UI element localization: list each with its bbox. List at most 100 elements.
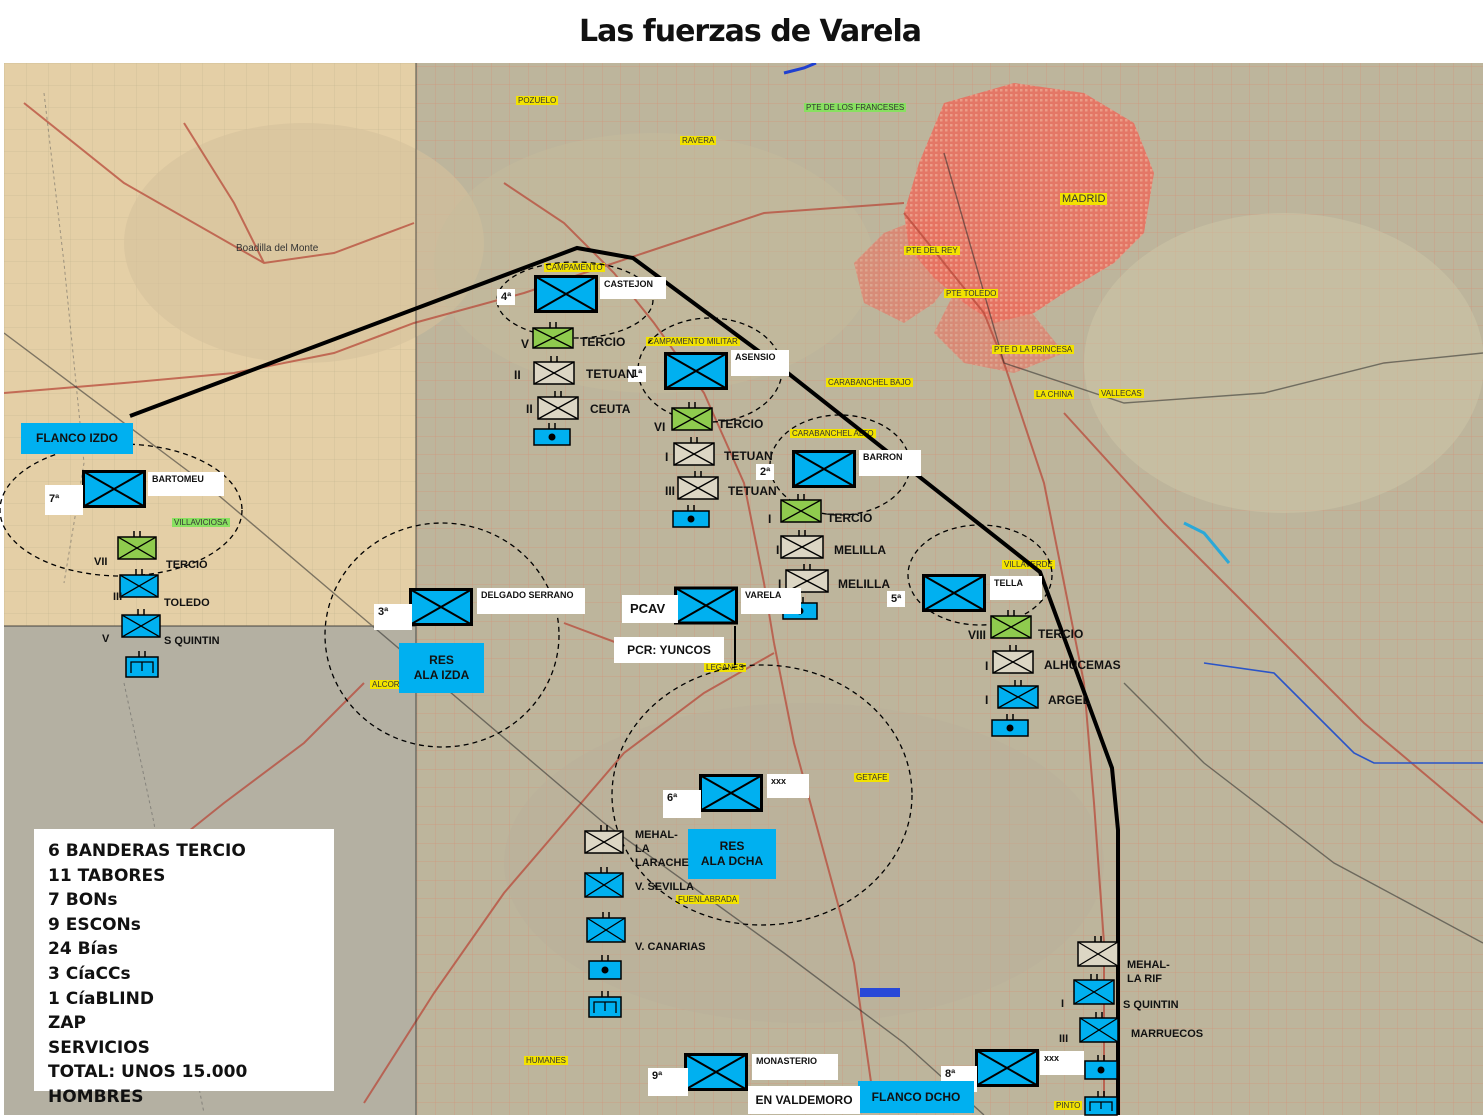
artillery-battery [588,955,622,980]
legend-line: 1 CíaBLIND [48,988,154,1009]
col2-number: 2ª [756,464,775,480]
battalion-tabor [537,391,579,420]
unit-roman: III [113,591,123,603]
en-valdemoro-label: EN VALDEMORO [748,1086,860,1114]
col3-number: 3ª [374,604,412,630]
col7-symbol [82,469,146,509]
unit-name: ARGEL [1048,693,1090,707]
col5-symbol [922,573,986,613]
battalion-infantry [997,680,1039,709]
unit-name: TERCIO [827,511,873,525]
battalion-tercio [532,322,574,349]
unit-roman: III [665,484,676,498]
battalion-infantry [121,609,161,638]
col4-symbol [534,274,598,314]
col6-commander: XXX [767,774,809,798]
battalion-tercio [671,402,713,431]
artillery-battery [125,651,159,678]
col3-commander: DELGADO SERRANO [477,588,585,614]
unit-name: MEHAL-LA LARACHE [635,829,689,869]
col2-commander: BARRON [859,450,921,476]
col9-number: 9ª [648,1068,688,1096]
legend-line: 3 CíaCCs [48,963,131,984]
unit-name: TETUAN [728,484,777,498]
col2-symbol [792,449,856,489]
unit-name: TERCIO [580,335,626,349]
unit-roman: I [1061,998,1065,1010]
legend-line: TOTAL: UNOS 15.000 HOMBRES [48,1062,248,1107]
unit-roman: VI [654,420,666,434]
col5-number: 5ª [887,591,906,607]
battalion-mehal-la [1077,936,1119,967]
battalion-tabor [673,437,715,466]
unit-name: TETUAN [586,367,635,381]
battalion-tercio [780,494,822,523]
col1-commander: ASENSIO [731,350,789,376]
force-summary-legend: 6 BANDERAS TERCIO 11 TABORES 7 BONs 9 ES… [34,829,334,1107]
res-ala-dcha-box: RES ALA DCHA [688,829,776,879]
battalion-tercio [117,531,157,560]
unit-name: CEUTA [590,402,631,416]
flanco-dcho-box: FLANCO DCHO [858,1081,974,1113]
unit-roman: I [985,659,989,673]
col4-number: 4ª [497,289,516,305]
unit-roman: I [778,577,782,591]
unit-name: S QUINTIN [1123,999,1179,1011]
unit-name: ALHUCEMAS [1044,658,1121,672]
artillery-battery [672,505,710,528]
unit-name: TOLEDO [164,597,210,609]
flanco-izdo-box: FLANCO IZDO [21,423,133,454]
artillery-battery [1084,1091,1118,1116]
unit-name: V. CANARIAS [635,941,706,953]
artillery-battery [1084,1055,1118,1080]
unit-name: S QUINTIN [164,635,220,647]
unit-name: MELILLA [838,577,890,591]
col7-commander: BARTOMEU [148,472,224,496]
unit-name: MELILLA [834,543,886,557]
col7-number: 7ª [45,485,83,515]
unit-roman: I [985,693,989,707]
unit-name: TETUAN [724,449,773,463]
legend-line: 9 ESCONs [48,914,141,935]
battalion-infantry [1079,1012,1119,1043]
legend-line: SERVICIOS [48,1037,150,1058]
col3-symbol [409,587,473,627]
unit-name: MARRUECOS [1131,1028,1204,1040]
battalion-tabor [533,356,575,385]
col6-symbol [699,773,763,813]
unit-roman: VIII [968,628,987,642]
legend-line: 6 BANDERAS TERCIO [48,841,246,861]
col6-number: 6ª [663,790,701,818]
legend-line: 7 BONs [48,890,118,911]
unit-roman: V [521,337,530,351]
col4-commander: CASTEJON [600,277,666,299]
legend-line: 11 TABORES [48,865,166,886]
battalion-infantry [1073,974,1115,1005]
unit-roman: V [102,633,110,645]
battalion-infantry [584,867,624,898]
battalion-tabor [780,530,824,559]
res-ala-izda-box: RES ALA IZDA [399,643,484,693]
unit-roman: III [1059,1033,1069,1045]
battalion-infantry [586,912,626,943]
artillery-battery [533,423,571,446]
unit-roman: II [514,368,521,382]
battalion-tabor [677,471,719,500]
col9-commander: MONASTERIO [752,1054,838,1080]
hq-commander: VARELA [741,588,801,614]
col9-symbol [684,1052,748,1092]
unit-roman: I [768,512,772,526]
artillery-battery [588,991,622,1018]
hq-label: PCAV [622,595,678,623]
unit-name: MEHAL-LA RIF [1127,959,1170,985]
legend-line: ZAP [48,1013,86,1034]
pcr-label: PCR: YUNCOS [614,637,724,663]
artillery-battery [991,714,1029,737]
unit-roman: II [526,402,533,416]
col1-symbol [664,351,728,391]
legend-line: 24 Bías [48,939,118,960]
unit-name: TERCIO [166,559,208,571]
unit-name: TERCIO [718,417,764,431]
unit-name: TERCIO [1038,627,1084,641]
unit-roman: VII [94,556,108,568]
